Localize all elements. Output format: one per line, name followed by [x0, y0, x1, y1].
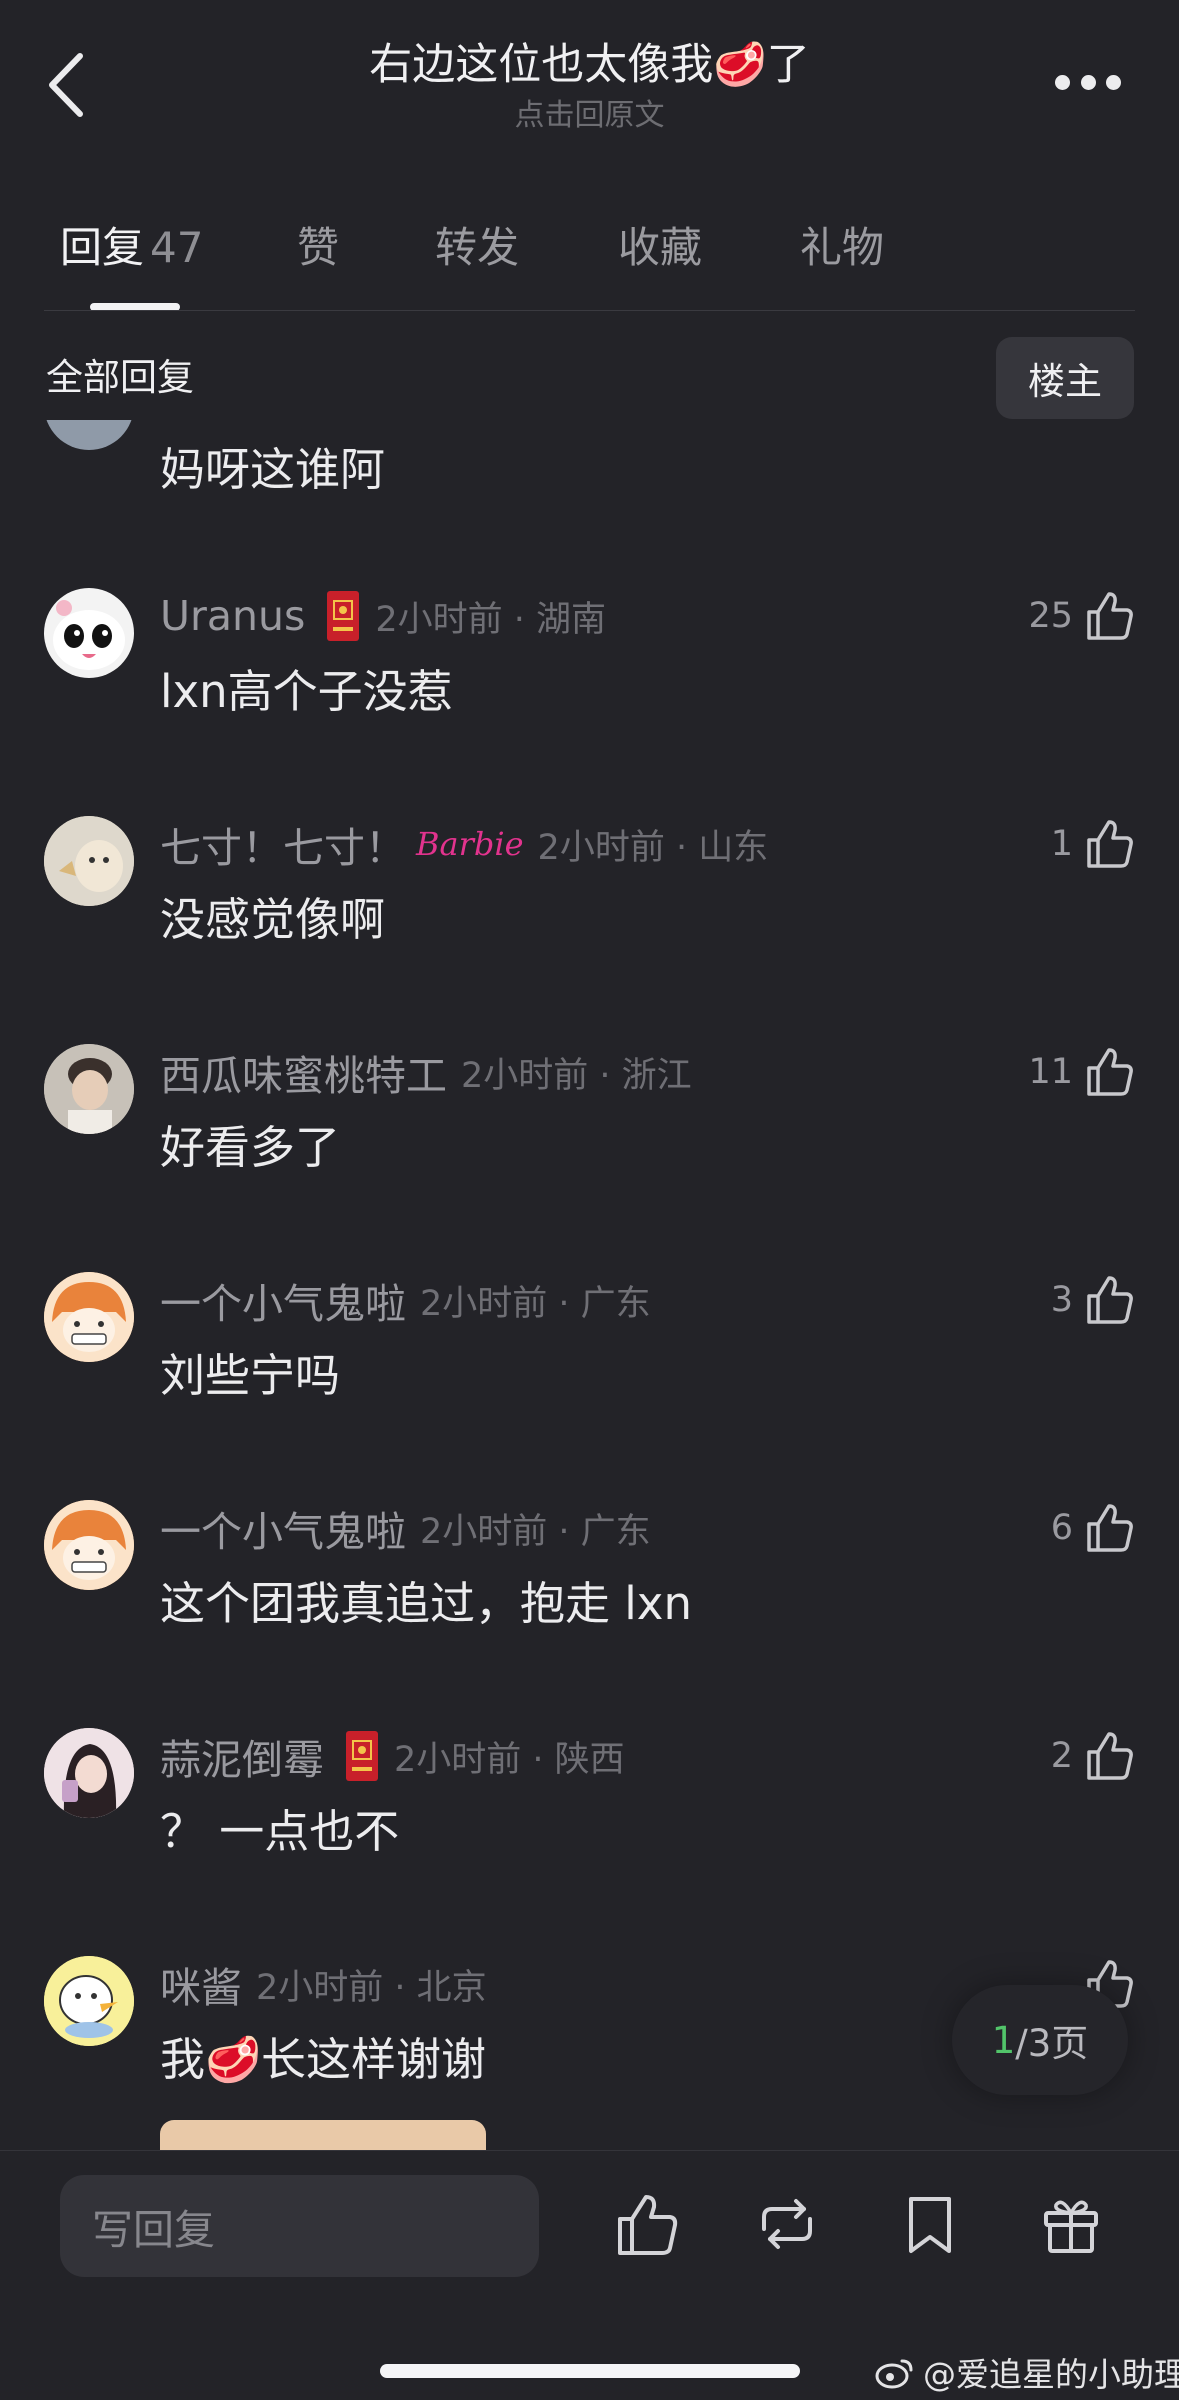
- reply-input[interactable]: 写回复: [60, 2175, 539, 2277]
- avatar[interactable]: [44, 1044, 134, 1134]
- bookmark-icon[interactable]: [897, 2191, 963, 2257]
- timestamp-location: 2小时前 · 广东: [420, 1511, 651, 1552]
- thumb-up-icon: [1087, 1504, 1133, 1552]
- like-button[interactable]: 1: [1051, 816, 1135, 872]
- section-title: 全部回复: [46, 356, 194, 399]
- avatar[interactable]: [44, 1956, 134, 2046]
- more-options-icon[interactable]: [1055, 70, 1121, 94]
- comment-meta: Uranus 2小时前 · 湖南: [160, 588, 606, 644]
- watermark-text: @爱追星的小助理: [923, 2355, 1179, 2394]
- like-button[interactable]: 2: [1051, 1728, 1135, 1784]
- op-only-button[interactable]: 楼主: [996, 337, 1134, 419]
- comment-meta: 一个小气鬼啦 2小时前 · 广东: [160, 1500, 651, 1556]
- comment-meta: 西瓜味蜜桃特工 2小时前 · 浙江: [160, 1044, 692, 1100]
- barbie-badge: Barbie: [416, 825, 524, 863]
- avatar[interactable]: [44, 420, 134, 450]
- avatar[interactable]: [44, 1500, 134, 1590]
- watermark: @爱追星的小助理: [875, 2348, 1179, 2396]
- divider: [44, 310, 1135, 311]
- comment-image[interactable]: [160, 2120, 486, 2150]
- like-button[interactable]: 6: [1051, 1500, 1135, 1556]
- avatar[interactable]: [44, 1272, 134, 1362]
- tab-likes[interactable]: 赞: [297, 218, 339, 278]
- username[interactable]: 一个小气鬼啦: [160, 1498, 406, 1558]
- like-button[interactable]: 25: [1028, 588, 1135, 644]
- timestamp-location: 2小时前 · 湖南: [375, 599, 606, 640]
- red-envelope-icon: [346, 1731, 378, 1781]
- like-button[interactable]: 11: [1028, 1044, 1135, 1100]
- comment-meta: 蒜泥倒霉 2小时前 · 陕西: [160, 1728, 625, 1784]
- timestamp-location: 2小时前 · 广东: [420, 1283, 651, 1324]
- like-count: 1: [1050, 824, 1073, 864]
- like-count: 11: [1028, 1052, 1073, 1092]
- page-subtitle[interactable]: 点击回原文: [200, 96, 979, 136]
- username[interactable]: 西瓜味蜜桃特工: [160, 1042, 447, 1102]
- tab-replies[interactable]: 回复 47: [60, 218, 203, 278]
- avatar[interactable]: [44, 1728, 134, 1818]
- repost-icon[interactable]: [754, 2191, 820, 2257]
- username[interactable]: 七寸！七寸！: [160, 814, 406, 874]
- comment-text: ？ 一点也不: [160, 1805, 400, 1858]
- username[interactable]: 咪酱: [160, 1954, 242, 2014]
- avatar[interactable]: [44, 588, 134, 678]
- timestamp-location: 2小时前 · 浙江: [461, 1055, 692, 1096]
- avatar[interactable]: [44, 816, 134, 906]
- like-count: 25: [1028, 596, 1073, 636]
- thumb-up-icon: [1087, 592, 1133, 640]
- tab-gifts[interactable]: 礼物: [800, 218, 884, 278]
- thumb-up-icon: [1087, 820, 1133, 868]
- username[interactable]: Uranus: [160, 592, 305, 640]
- thumb-up-icon: [1087, 1732, 1133, 1780]
- comment-text: 没感觉像啊: [160, 893, 386, 946]
- comment-text: 这个团我真追过，抱走 lxn: [160, 1577, 692, 1630]
- page-total: /3页: [1015, 2022, 1089, 2065]
- tab-bar: 回复 47 赞 转发 收藏 礼物: [0, 210, 1179, 311]
- like-count: 6: [1050, 1508, 1073, 1548]
- thumb-up-icon: [1087, 1276, 1133, 1324]
- like-button[interactable]: 3: [1051, 1272, 1135, 1328]
- comment-meta: 一个小气鬼啦 2小时前 · 广东: [160, 1272, 651, 1328]
- home-indicator[interactable]: [380, 2364, 800, 2378]
- tab-replies-count: 47: [150, 223, 204, 272]
- comment-text: 我🥩长这样谢谢: [160, 2033, 487, 2086]
- gift-icon[interactable]: [1038, 2191, 1104, 2257]
- comment-text: 刘些宁吗: [160, 1349, 341, 1402]
- weibo-logo-icon: [875, 2359, 913, 2389]
- tab-favorites[interactable]: 收藏: [618, 218, 702, 278]
- like-count: 3: [1050, 1280, 1073, 1320]
- page-current: 1: [991, 2018, 1016, 2062]
- timestamp-location: 2小时前 · 陕西: [394, 1739, 625, 1780]
- thumb-up-icon[interactable]: [614, 2191, 680, 2257]
- tab-reposts[interactable]: 转发: [435, 218, 519, 278]
- timestamp-location: 2小时前 · 山东: [537, 827, 769, 868]
- page-title: 右边这位也太像我🥩了: [369, 40, 810, 90]
- comment-list[interactable]: 妈呀这谁阿 Uranus 2小时前 · 湖南 lxn高个子没惹 25 七寸！七寸…: [0, 420, 1179, 2150]
- comment-text: 妈呀这谁阿: [160, 443, 386, 496]
- thumb-up-icon: [1087, 1048, 1133, 1096]
- comment-meta: 七寸！七寸！ Barbie 2小时前 · 山东: [160, 816, 768, 872]
- title-block[interactable]: 右边这位也太像我🥩了 点击回原文: [200, 34, 979, 136]
- timestamp-location: 2小时前 · 北京: [256, 1967, 487, 2008]
- comment-meta: 咪酱 2小时前 · 北京: [160, 1956, 487, 2012]
- back-arrow-icon[interactable]: [44, 50, 88, 120]
- tab-replies-label: 回复: [60, 223, 145, 272]
- header: 右边这位也太像我🥩了 点击回原文: [0, 0, 1179, 180]
- page-indicator[interactable]: 1/3页: [952, 1985, 1128, 2095]
- red-envelope-icon: [327, 591, 360, 641]
- like-count: 2: [1050, 1736, 1073, 1776]
- username[interactable]: 一个小气鬼啦: [160, 1270, 406, 1330]
- comment-text: lxn高个子没惹: [160, 665, 453, 718]
- comment-text: 好看多了: [160, 1121, 341, 1174]
- username[interactable]: 蒜泥倒霉: [160, 1726, 324, 1786]
